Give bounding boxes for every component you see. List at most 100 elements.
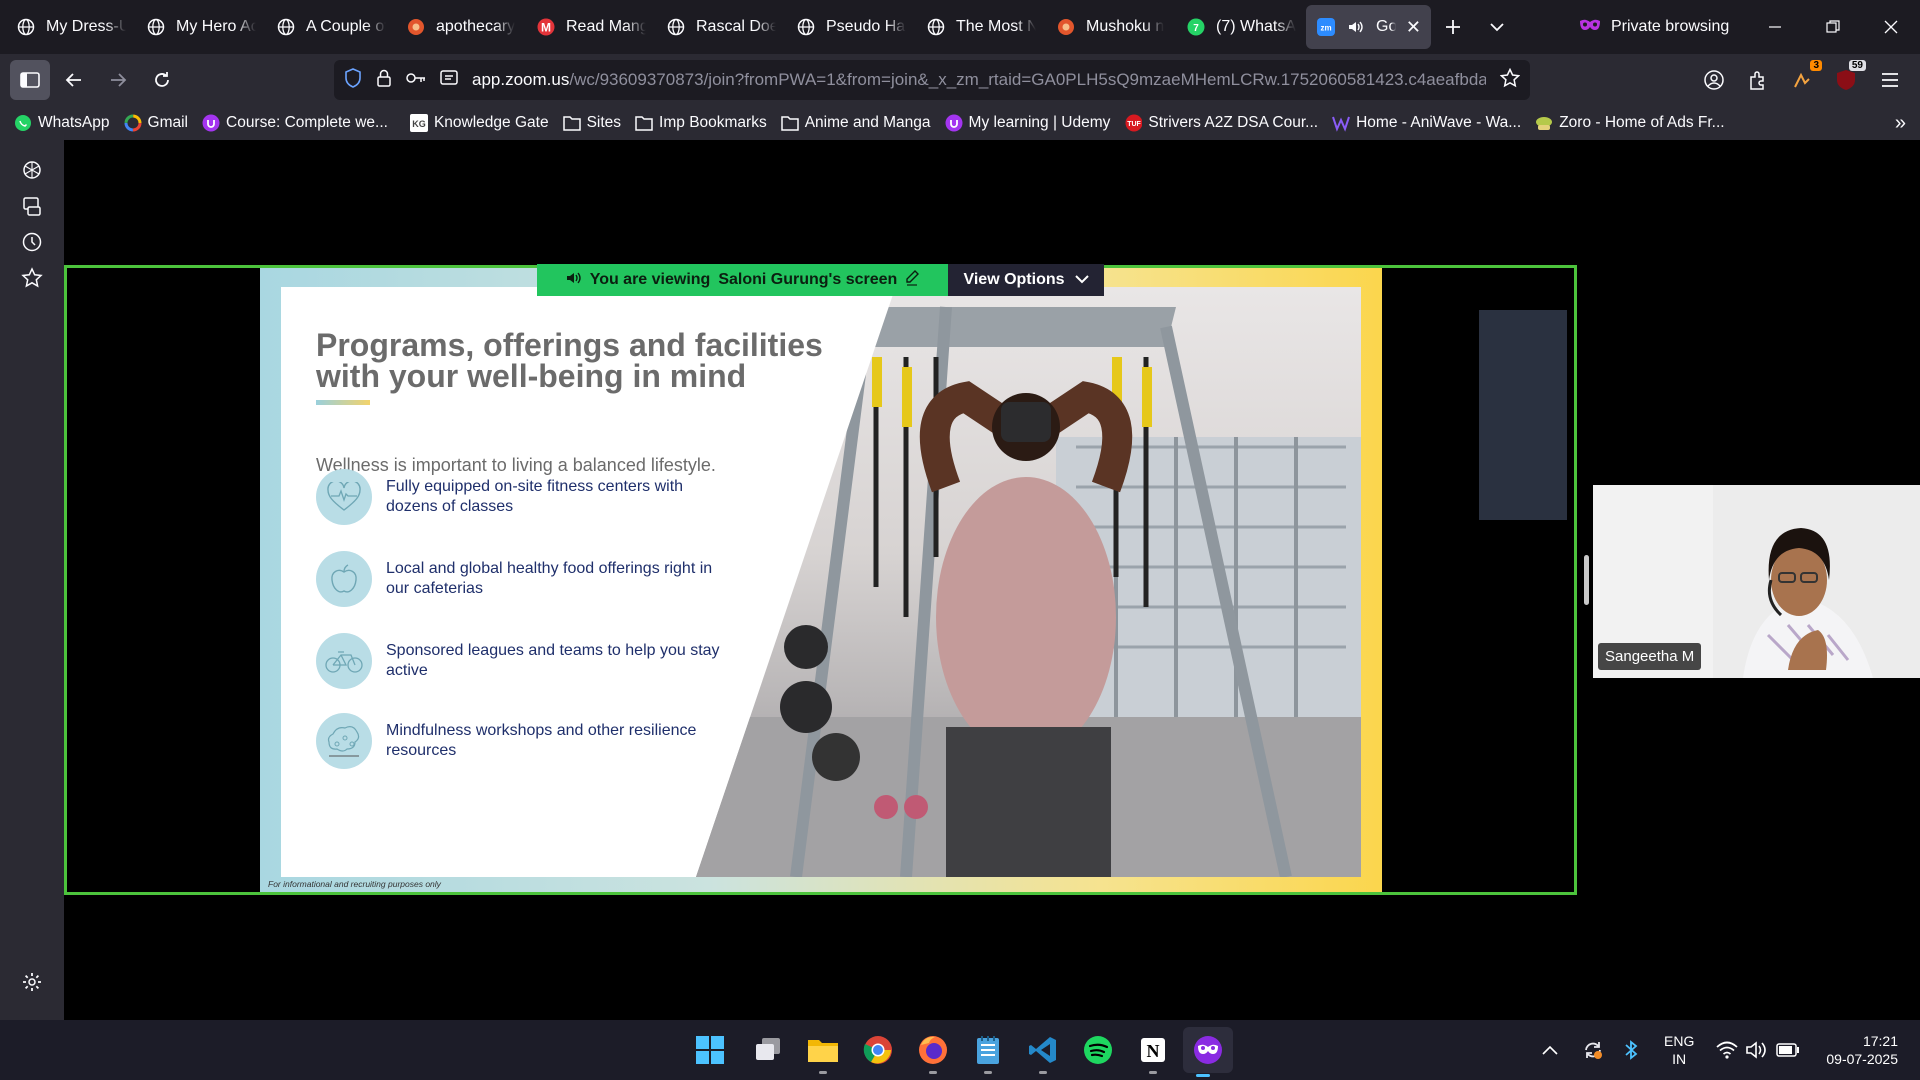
- extensions-icon[interactable]: [1738, 60, 1778, 100]
- settings-gear-icon[interactable]: [20, 970, 44, 994]
- notepad-icon[interactable]: [968, 1030, 1008, 1074]
- bookmark-label: Knowledge Gate: [433, 114, 549, 131]
- ublock-icon[interactable]: 59: [1826, 60, 1866, 100]
- bookmark-zoro[interactable]: Zoro - Home of Ads Fr...: [1535, 114, 1725, 132]
- synced-tabs-icon[interactable]: [20, 194, 44, 218]
- ai-chatbot-icon[interactable]: [20, 158, 44, 182]
- running-indicator: [1039, 1071, 1047, 1074]
- battery-icon[interactable]: [1776, 1020, 1800, 1080]
- banner-prefix: You are viewing: [589, 271, 711, 288]
- globe-icon: [146, 17, 166, 37]
- running-indicator: [1149, 1071, 1157, 1074]
- key-icon[interactable]: [406, 71, 426, 90]
- feature-text: Mindfulness workshops and other resilien…: [386, 722, 697, 759]
- bookmark-course[interactable]: Course: Complete we...: [202, 114, 388, 132]
- tab-title: The Most N: [956, 18, 1036, 35]
- bookmark-whatsapp[interactable]: WhatsApp: [14, 114, 110, 132]
- menu-icon[interactable]: [1870, 60, 1910, 100]
- tab-title: apothecary: [436, 18, 516, 35]
- feature-item: Sponsored leagues and teams to help you …: [316, 633, 736, 689]
- history-icon[interactable]: [20, 230, 44, 254]
- bookmark-gmail[interactable]: Gmail: [124, 114, 188, 132]
- chevron-double-right-icon[interactable]: »: [1895, 112, 1906, 135]
- bookmark-strivers[interactable]: TUF Strivers A2Z DSA Cour...: [1124, 114, 1318, 132]
- tab[interactable]: M Read Mang: [526, 5, 656, 49]
- account-icon[interactable]: [1694, 60, 1734, 100]
- lock-icon[interactable]: [376, 69, 392, 92]
- tab-list-chevron-icon[interactable]: [1475, 5, 1519, 49]
- shared-slide: Programs, offerings and facilities with …: [260, 268, 1382, 892]
- forward-button[interactable]: [98, 60, 138, 100]
- firefox-private-icon[interactable]: [1183, 1027, 1233, 1077]
- notion-icon[interactable]: N: [1133, 1030, 1173, 1074]
- bookmark-folder-anime[interactable]: Anime and Manga: [780, 114, 931, 132]
- tab[interactable]: My Hero Ac: [136, 5, 266, 49]
- address-bar[interactable]: app.zoom.us/wc/93609370873/join?fromPWA=…: [334, 60, 1530, 100]
- bookmark-udemy[interactable]: My learning | Udemy: [945, 114, 1111, 132]
- file-explorer-icon[interactable]: [803, 1030, 843, 1074]
- tab[interactable]: Pseudo Har: [786, 5, 916, 49]
- participant-name-tag: Sangeetha M: [1598, 643, 1702, 670]
- bookmark-folder-imp[interactable]: Imp Bookmarks: [635, 114, 767, 132]
- url-path: /wc/93609370873/join?fromPWA=1&from=join…: [569, 70, 1486, 89]
- url-text[interactable]: app.zoom.us/wc/93609370873/join?fromPWA=…: [472, 70, 1486, 90]
- tab[interactable]: A Couple of: [266, 5, 396, 49]
- toolbar-right: 3 59: [1694, 60, 1910, 100]
- reload-button[interactable]: [142, 60, 182, 100]
- system-clock[interactable]: 17:21 09-07-2025: [1826, 1032, 1898, 1068]
- language-indicator[interactable]: ENG IN: [1664, 1032, 1694, 1068]
- bicycle-icon: [316, 633, 372, 689]
- window-controls: [1746, 0, 1920, 54]
- extension-badge-button[interactable]: 3: [1782, 60, 1822, 100]
- vscode-icon[interactable]: [1023, 1030, 1063, 1074]
- sidebar-toggle-button[interactable]: [10, 60, 50, 100]
- udemy-icon: [202, 114, 220, 132]
- tab[interactable]: Mushoku n: [1046, 5, 1176, 49]
- bookmark-label: My learning | Udemy: [968, 114, 1111, 131]
- tab-title: A Couple of: [306, 18, 386, 35]
- bookmark-knowledge-gate[interactable]: KG Knowledge Gate: [409, 114, 549, 132]
- tracking-shield-icon[interactable]: [344, 67, 362, 93]
- tab-active[interactable]: zm Gold ✕: [1306, 5, 1431, 49]
- spotify-icon[interactable]: [1078, 1030, 1118, 1070]
- tab[interactable]: apothecary: [396, 5, 526, 49]
- tab[interactable]: The Most N: [916, 5, 1046, 49]
- kg-icon: KG: [409, 114, 428, 132]
- close-window-button[interactable]: [1862, 0, 1920, 54]
- feature-text: Fully equipped on-site fitness centers w…: [386, 478, 684, 515]
- reader-view-icon[interactable]: [440, 69, 458, 92]
- wifi-icon[interactable]: [1716, 1020, 1738, 1080]
- tab[interactable]: Rascal Does: [656, 5, 786, 49]
- title-accent-bar: [316, 400, 370, 405]
- close-icon[interactable]: ✕: [1406, 17, 1421, 38]
- svg-text:zm: zm: [1320, 24, 1331, 33]
- task-view-icon[interactable]: [748, 1030, 788, 1070]
- tab[interactable]: My Dress-U: [6, 5, 136, 49]
- back-button[interactable]: [54, 60, 94, 100]
- panel-resize-handle[interactable]: [1584, 555, 1589, 605]
- gallery-thumbnail[interactable]: [1479, 310, 1567, 520]
- bookmark-folder-sites[interactable]: Sites: [562, 114, 621, 132]
- bookmarks-star-icon[interactable]: [20, 266, 44, 290]
- svg-text:N: N: [1147, 1041, 1160, 1061]
- firefox-icon[interactable]: [913, 1030, 953, 1074]
- tray-overflow-chevron-up-icon[interactable]: [1542, 1020, 1558, 1080]
- slide-disclaimer: For informational and recruiting purpose…: [268, 879, 441, 889]
- bluetooth-icon[interactable]: [1624, 1020, 1638, 1080]
- whatsapp-icon: 7: [1186, 17, 1206, 37]
- feature-item: Local and global healthy food offerings …: [316, 551, 736, 607]
- tab-title: Mushoku n: [1086, 18, 1165, 35]
- minimize-button[interactable]: [1746, 0, 1804, 54]
- chrome-icon[interactable]: [858, 1030, 898, 1070]
- volume-icon[interactable]: [1746, 1020, 1768, 1080]
- windows-start-icon[interactable]: [690, 1030, 730, 1070]
- new-tab-button[interactable]: [1431, 5, 1475, 49]
- view-options-button[interactable]: View Options: [948, 264, 1104, 296]
- tab[interactable]: 7 (7) WhatsAp: [1176, 5, 1306, 49]
- speaker-icon[interactable]: [1346, 17, 1366, 37]
- bookmark-star-icon[interactable]: [1499, 67, 1521, 93]
- bookmark-aniwave[interactable]: Home - AniWave - Wa...: [1332, 114, 1521, 132]
- tab-strip: My Dress-U My Hero Ac A Couple of apothe…: [0, 0, 1431, 54]
- sync-icon[interactable]: [1582, 1020, 1604, 1080]
- restore-button[interactable]: [1804, 0, 1862, 54]
